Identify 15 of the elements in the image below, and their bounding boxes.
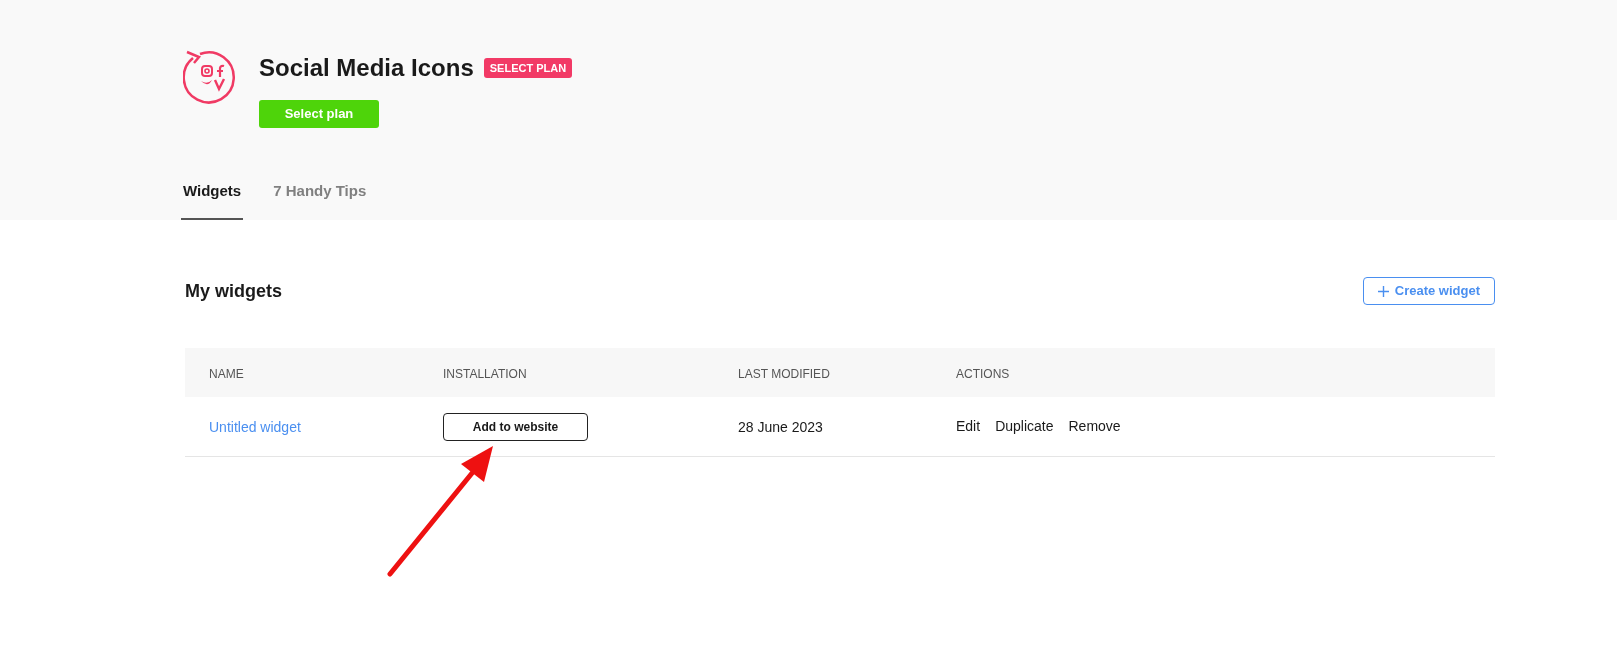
page-title: Social Media Icons: [259, 53, 474, 83]
tab[interactable]: 7 Handy Tips: [271, 179, 369, 220]
section-title: My widgets: [185, 279, 282, 303]
add-to-website-button[interactable]: Add to website: [443, 412, 588, 441]
column-header: NAME: [209, 366, 244, 381]
action-link[interactable]: Duplicate: [995, 416, 1054, 437]
column-header: INSTALLATION: [443, 366, 527, 381]
action-link[interactable]: Edit: [956, 416, 981, 437]
action-link[interactable]: Remove: [1068, 416, 1121, 437]
plus-icon: [1377, 285, 1389, 297]
column-header: ACTIONS: [956, 366, 1010, 381]
column-header: LAST MODIFIED: [738, 366, 830, 381]
date-cell: 28 June 2023: [738, 418, 823, 435]
plan-badge: SELECT PLAN: [483, 57, 573, 79]
tab[interactable]: Widgets: [181, 179, 244, 220]
